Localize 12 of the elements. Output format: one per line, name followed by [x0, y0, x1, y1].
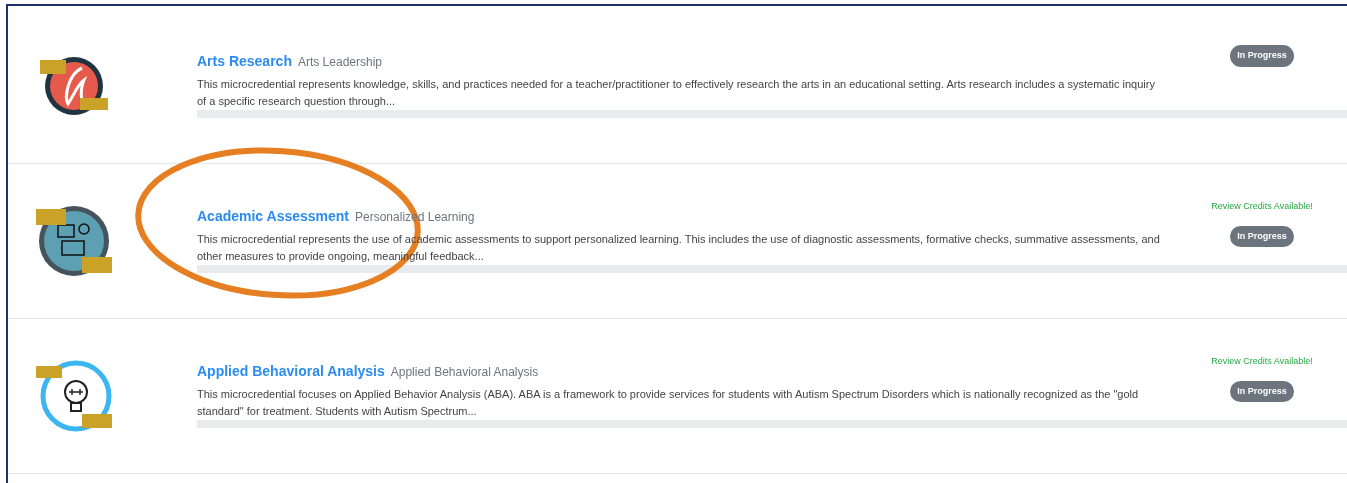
course-category: Arts Leadership: [297, 54, 382, 71]
course-category: Applied Behavioral Analysis: [390, 364, 539, 381]
status-badge: In Progress: [1230, 225, 1294, 247]
course-title[interactable]: Arts Research: [197, 51, 292, 72]
course-title[interactable]: Academic Assessment: [197, 206, 349, 227]
status-badge: In Progress: [1230, 45, 1294, 67]
status-badge: In Progress: [1230, 380, 1294, 402]
course-description: This microcredential represents knowledge, skills, and practices needed for a teacher/practitioner to effectively research the arts in an educational setting. Arts research includes a systematic inquiry of a specific research question through...: [197, 77, 1156, 109]
review-credits-text: Review Credits Available!: [1211, 200, 1313, 213]
course-description: This microcredential focuses on Applied Behavior Analysis (ABA). ABA is a framework to provide services for students with Autism Spectrum Disorders which is nationally recognized as the "gold standard" for treatment. Students with Autism Spectrum...: [197, 387, 1140, 419]
course-title[interactable]: Applied Behavioral Analysis: [197, 361, 385, 382]
review-credits-text: Review Credits Available!: [1211, 355, 1313, 368]
